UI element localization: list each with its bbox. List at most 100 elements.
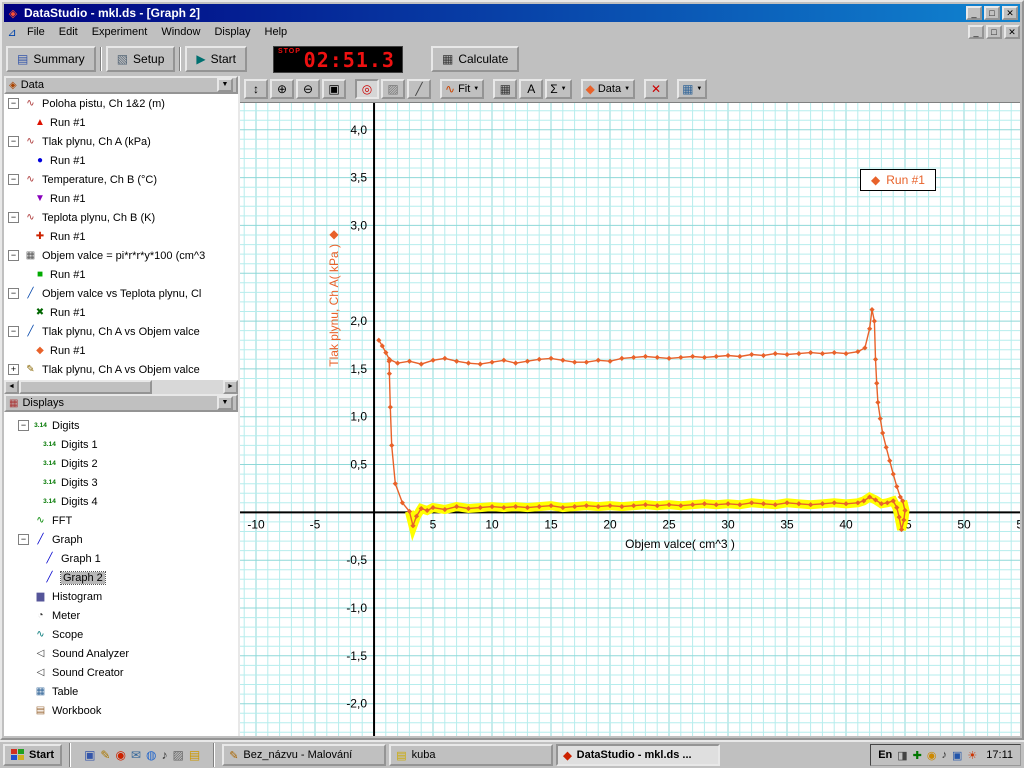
scroll-left-button[interactable]: ◄ (4, 380, 19, 394)
data-panel-header[interactable]: ◈ Data ▼ (4, 76, 238, 94)
mdi-restore-button[interactable]: □ (986, 25, 1002, 39)
start-button[interactable]: ▶ Start (185, 46, 247, 72)
quick-launch-icon-3[interactable]: ◉ (115, 748, 125, 762)
mdi-close-button[interactable]: ✕ (1004, 25, 1020, 39)
fit-menu-button[interactable]: ∿ Fit ▼ (440, 79, 484, 99)
collapse-icon[interactable]: − (18, 420, 29, 431)
data-source-item[interactable]: − ∿ Temperature, Ch B (°C) (4, 170, 238, 189)
quick-launch-icon-6[interactable]: ♪ (162, 748, 168, 762)
scrollbar-thumb[interactable] (19, 380, 152, 394)
data-run-item[interactable]: ✖ Run #1 (4, 303, 238, 322)
display-item-digits-2[interactable]: 3.14 Digits 2 (4, 454, 238, 473)
collapse-icon[interactable]: − (8, 212, 19, 223)
scale-to-fit-button[interactable]: ↕ (244, 79, 268, 99)
restore-button[interactable]: □ (984, 6, 1000, 20)
close-button[interactable]: ✕ (1002, 6, 1018, 20)
tray-icon-1[interactable]: ◨ (897, 749, 907, 762)
display-item-sound-analyzer[interactable]: ◁ Sound Analyzer (4, 644, 238, 663)
quick-launch-icon-1[interactable]: ▣ (84, 748, 95, 762)
tray-icon-6[interactable]: ☀ (967, 749, 977, 762)
display-item-fft[interactable]: ∿ FFT (4, 511, 238, 530)
scrollbar-track[interactable] (19, 380, 223, 394)
data-panel-menu-button[interactable]: ▼ (217, 78, 233, 92)
display-item-graph[interactable]: − ╱ Graph (4, 530, 238, 549)
remove-button[interactable]: ✕ (644, 79, 668, 99)
data-source-item[interactable]: − ╱ Tlak plynu, Ch A vs Objem valce (4, 322, 238, 341)
legend[interactable]: ◆ Run #1 (860, 169, 936, 191)
keyboard-layout-indicator[interactable]: En (878, 749, 892, 761)
data-run-item[interactable]: ● Run #1 (4, 151, 238, 170)
smart-tool-button[interactable]: ◎ (355, 79, 379, 99)
displays-panel-header[interactable]: ▦ Displays ▼ (4, 394, 238, 412)
plot-area[interactable]: -10-55101520253035404550554,03,53,02,01,… (240, 102, 1020, 736)
calculator-button[interactable]: ▦ (493, 79, 517, 99)
title-bar[interactable]: ◈ DataStudio - mkl.ds - [Graph 2] _ □ ✕ (4, 4, 1020, 22)
slope-tool-2-button[interactable]: ╱ (407, 79, 431, 99)
quick-launch-icon-5[interactable]: ◍ (146, 748, 156, 762)
quick-launch-icon-7[interactable]: ▨ (173, 748, 184, 762)
menu-display[interactable]: Display (207, 24, 257, 40)
collapse-icon[interactable]: − (8, 98, 19, 109)
expand-icon[interactable]: + (8, 364, 19, 375)
calculate-button[interactable]: ▦ Calculate (431, 46, 519, 72)
text-tool-button[interactable]: A (519, 79, 543, 99)
quick-launch-icon-2[interactable]: ✎ (100, 748, 110, 762)
collapse-icon[interactable]: − (8, 326, 19, 337)
graph-settings-button[interactable]: ▦ ▼ (677, 79, 707, 99)
display-item-digits-4[interactable]: 3.14 Digits 4 (4, 492, 238, 511)
minimize-button[interactable]: _ (966, 6, 982, 20)
display-item-digits-1[interactable]: 3.14 Digits 1 (4, 435, 238, 454)
collapse-icon[interactable]: − (8, 250, 19, 261)
quick-launch-icon-4[interactable]: ✉ (131, 748, 141, 762)
collapse-icon[interactable]: − (18, 534, 29, 545)
zoom-in-button[interactable]: ⊕ (270, 79, 294, 99)
display-item-digits[interactable]: − 3.14 Digits (4, 416, 238, 435)
task-button[interactable]: ▤ kuba (389, 744, 553, 766)
graph-window-icon[interactable]: ⊿ (4, 26, 20, 39)
setup-button[interactable]: ▧ Setup (106, 46, 176, 72)
tray-icon-5[interactable]: ▣ (952, 749, 962, 762)
data-source-item[interactable]: − ∿ Poloha pistu, Ch 1&2 (m) (4, 94, 238, 113)
collapse-icon[interactable]: − (8, 136, 19, 147)
data-source-item[interactable]: − ▦ Objem valce = pi*r*r*y*100 (cm^3 (4, 246, 238, 265)
start-menu-button[interactable]: Start (3, 744, 62, 766)
data-run-item[interactable]: ◆ Run #1 (4, 341, 238, 360)
display-item-workbook[interactable]: ▤ Workbook (4, 701, 238, 720)
task-button[interactable]: ✎ Bez_názvu - Malování (222, 744, 386, 766)
menu-window[interactable]: Window (154, 24, 207, 40)
menu-file[interactable]: File (20, 24, 52, 40)
data-panel-hscrollbar[interactable]: ◄ ► (4, 380, 238, 394)
quick-launch-icon-8[interactable]: ▤ (189, 748, 200, 762)
collapse-icon[interactable]: − (8, 174, 19, 185)
displays-panel-menu-button[interactable]: ▼ (217, 396, 233, 410)
statistics-button[interactable]: Σ ▼ (545, 79, 571, 99)
menu-edit[interactable]: Edit (52, 24, 85, 40)
display-item-graph-2[interactable]: ╱ Graph 2 (4, 568, 238, 587)
display-item-digits-3[interactable]: 3.14 Digits 3 (4, 473, 238, 492)
data-source-item[interactable]: − ∿ Tlak plynu, Ch A (kPa) (4, 132, 238, 151)
mdi-minimize-button[interactable]: _ (968, 25, 984, 39)
tray-icon-3[interactable]: ◉ (927, 749, 937, 762)
data-source-item[interactable]: − ∿ Teplota plynu, Ch B (K) (4, 208, 238, 227)
display-item-meter[interactable]: ◔ Meter (4, 606, 238, 625)
menu-help[interactable]: Help (258, 24, 295, 40)
tray-icon-2[interactable]: ✚ (913, 749, 922, 762)
scroll-right-button[interactable]: ► (223, 380, 238, 394)
collapse-icon[interactable]: − (8, 288, 19, 299)
tray-icon-4[interactable]: ♪ (942, 749, 948, 762)
data-source-item[interactable]: − ╱ Objem valce vs Teplota plynu, Cl (4, 284, 238, 303)
data-run-item[interactable]: ■ Run #1 (4, 265, 238, 284)
data-source-item[interactable]: + ✎ Tlak plynu, Ch A vs Objem valce (4, 360, 238, 379)
display-item-sound-creator[interactable]: ◁ Sound Creator (4, 663, 238, 682)
chart-canvas[interactable]: -10-55101520253035404550554,03,53,02,01,… (240, 103, 1020, 736)
display-item-table[interactable]: ▦ Table (4, 682, 238, 701)
zoom-out-button[interactable]: ⊖ (296, 79, 320, 99)
data-run-item[interactable]: ▲ Run #1 (4, 113, 238, 132)
zoom-select-button[interactable]: ▣ (322, 79, 346, 99)
data-menu-button[interactable]: ◆ Data ▼ (581, 79, 635, 99)
task-button[interactable]: ◆ DataStudio - mkl.ds ... (556, 744, 720, 766)
data-run-item[interactable]: ▼ Run #1 (4, 189, 238, 208)
summary-button[interactable]: ▤ Summary (6, 46, 96, 72)
data-run-item[interactable]: ✚ Run #1 (4, 227, 238, 246)
display-item-graph-1[interactable]: ╱ Graph 1 (4, 549, 238, 568)
